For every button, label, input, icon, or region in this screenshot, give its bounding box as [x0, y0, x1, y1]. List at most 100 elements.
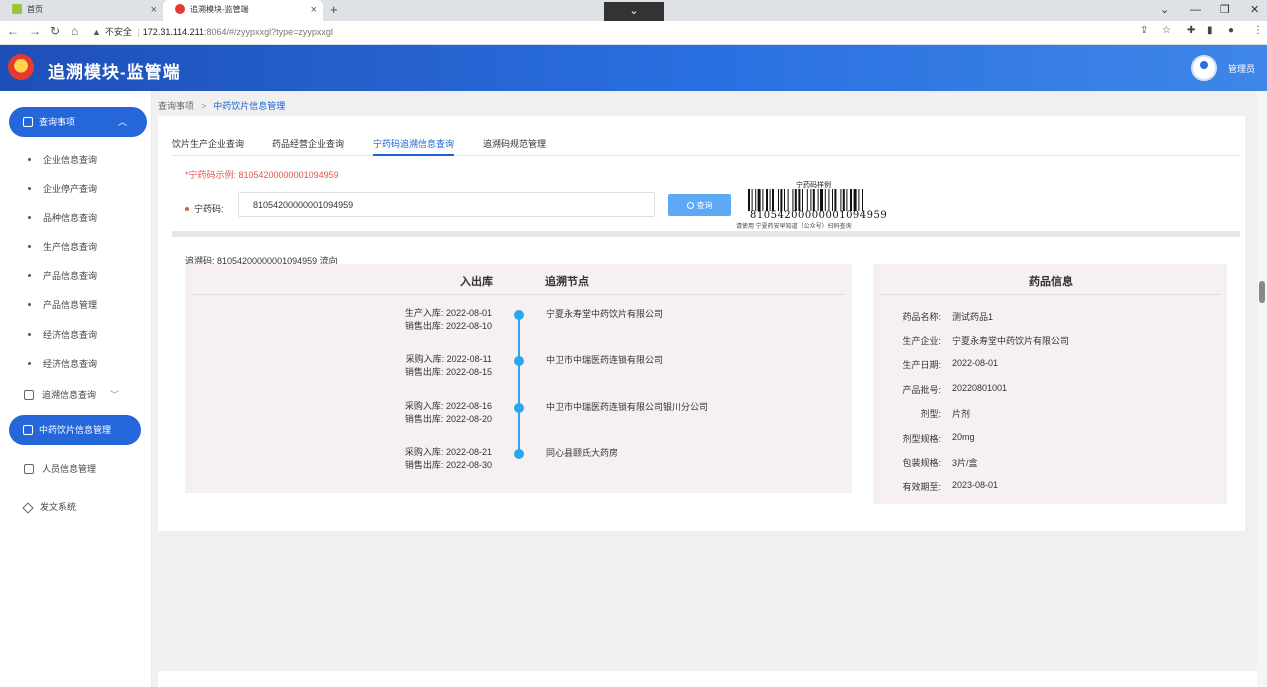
main-area: 查询事项 > 中药饮片信息管理 饮片生产企业查询 药品经营企业查询 宁药码追溯信息查… [152, 91, 1267, 687]
sidebar-item[interactable]: 经济信息查询 [28, 357, 97, 370]
info-value: 20mg [952, 432, 975, 442]
sidebar-item[interactable]: 经济信息查询 [28, 328, 97, 341]
document-icon [24, 464, 34, 474]
info-value: 片剂 [952, 409, 971, 419]
sidebar-item[interactable]: 产品信息查询 [28, 269, 97, 282]
tab-trace-query[interactable]: 宁药码追溯信息查询 [373, 137, 455, 156]
avatar[interactable] [1191, 55, 1217, 81]
in-date: 2022-08-11 [446, 354, 492, 364]
query-button-label: 查询 [696, 200, 713, 210]
sidebar-item[interactable]: 品种信息查询 [28, 211, 97, 224]
profile-icon[interactable]: ● [1228, 25, 1234, 36]
extension-icon[interactable]: ✚ [1187, 25, 1195, 36]
out-date: 2022-08-30 [445, 460, 492, 470]
scrollbar-thumb[interactable] [1259, 281, 1265, 303]
page-scrollbar[interactable] [1257, 91, 1267, 687]
sidebar-item-label: 企业停产查询 [43, 184, 98, 194]
url-host: 172.31.114.211 [142, 27, 205, 37]
tab-distributor-query[interactable]: 药品经营企业查询 [272, 137, 344, 156]
query-button[interactable]: 查询 [668, 194, 731, 216]
close-window-button[interactable]: ✕ [1250, 0, 1259, 20]
browser-tab-active[interactable]: 追溯模块-监管端 × [163, 0, 323, 21]
sidebar-item[interactable]: 生产信息查询 [28, 240, 97, 253]
info-value: 3片/盒 [952, 458, 978, 468]
info-label: 生产日期: [902, 360, 941, 370]
timeline-dates: 采购入库: 2022-08-11 销售出库: 2022-08-15 [397, 353, 492, 379]
sidebar-item[interactable]: 企业停产查询 [28, 182, 97, 195]
timeline-row: 采购入库: 2022-08-16 销售出库: 2022-08-20 中卫市中瑞医… [185, 400, 852, 440]
tab-list-icon[interactable]: ⌄ [1160, 0, 1169, 20]
breadcrumb-root[interactable]: 查询事项 [158, 101, 194, 111]
tab-code-standard[interactable]: 追溯码规范管理 [483, 137, 546, 156]
url-path: :8064/#/zyypxxgl?type=zyypxxgl [204, 27, 333, 37]
sidebar-group-label: 查询事项 [39, 117, 76, 127]
user-name[interactable]: 管理员 [1228, 62, 1255, 75]
sidebar-item-label: 经济信息查询 [43, 330, 98, 340]
sidebar-item-publish[interactable]: 发文系统 [22, 500, 76, 514]
new-tab-button[interactable]: + [330, 0, 338, 20]
code-example-hint: *宁药码示例: 81054200000001094959 [185, 170, 339, 180]
sidebar-item-label: 产品信息查询 [43, 271, 98, 281]
out-label: 销售出库: [404, 460, 444, 470]
in-date: 2022-08-16 [445, 401, 492, 411]
out-date: 2022-08-20 [445, 414, 492, 424]
sidebar-item-label: 产品信息管理 [43, 300, 98, 310]
sidebar-item-label: 追溯信息查询 [42, 390, 97, 400]
app-header: 追溯模块-监管端 管理员 [0, 45, 1267, 91]
send-icon [22, 502, 34, 514]
browser-tab-home[interactable]: 首页 × [0, 0, 163, 21]
in-label: 采购入库: [404, 401, 444, 411]
info-value: 2023-08-01 [952, 480, 999, 490]
divider [172, 231, 1240, 237]
address-bar: ← → ↻ ⌂ ▲ 不安全 | 172.31.114.211:8064/#/zyyp… [0, 21, 1267, 45]
chevron-down-icon: ﹀ [110, 390, 120, 400]
timeline-node: 宁夏永寿堂中药饮片有限公司 [546, 309, 664, 319]
out-label: 销售出库: [404, 321, 444, 331]
sidebar-item-personnel[interactable]: 人员信息管理 [24, 462, 96, 475]
sidepanel-icon[interactable]: ▮ [1207, 25, 1213, 36]
code-label-text: 宁药码: [194, 204, 224, 214]
forward-icon[interactable]: → [29, 24, 41, 38]
warning-icon: ▲ [92, 27, 101, 37]
emblem-icon [175, 4, 185, 14]
sidebar-item[interactable]: 产品信息管理 [28, 298, 97, 311]
out-date: 2022-08-15 [445, 367, 492, 377]
info-label: 剂型: [920, 409, 941, 419]
sidebar: 查询事项 ︿ 企业信息查询 企业停产查询 品种信息查询 生产信息查询 产品信息查… [0, 91, 152, 687]
timeline-node: 同心县颐氏大药房 [546, 448, 619, 458]
sidebar-item-trace-query[interactable]: 追溯信息查询 ﹀ [24, 388, 119, 401]
column-header-node: 追溯节点 [545, 276, 589, 288]
out-label: 销售出库: [404, 414, 444, 424]
star-icon[interactable]: ☆ [1162, 25, 1171, 36]
barcode-number: 81054200000001094959 [750, 210, 888, 221]
timeline-row: 生产入库: 2022-08-01 销售出库: 2022-08-10 宁夏永寿堂中… [185, 307, 852, 347]
info-value: 测试药品1 [952, 312, 994, 322]
app-title: 追溯模块-监管端 [48, 63, 181, 82]
barcode-note: 请使用 宁夏药安早知道（公众号）扫码查询 [736, 224, 852, 230]
tab-search-button[interactable]: ⌄ [604, 2, 664, 21]
timeline-dot [514, 310, 524, 320]
sidebar-item[interactable]: 企业信息查询 [28, 153, 97, 166]
timeline-node: 中卫市中瑞医药连锁有限公司 [546, 355, 664, 365]
breadcrumb-current: 中药饮片信息管理 [213, 101, 286, 111]
back-icon[interactable]: ← [7, 24, 19, 38]
code-input[interactable] [238, 192, 655, 217]
url-field[interactable]: ▲ 不安全 | 172.31.114.211:8064/#/zyypxxgl?typ… [92, 25, 333, 39]
sidebar-item-label: 经济信息查询 [43, 359, 98, 369]
info-label: 生产企业: [902, 336, 941, 346]
reload-icon[interactable]: ↻ [50, 24, 60, 38]
sidebar-item-herbal-management[interactable]: 中药饮片信息管理 [9, 415, 141, 445]
tab-producer-query[interactable]: 饮片生产企业查询 [172, 137, 244, 156]
home-icon[interactable]: ⌂ [71, 24, 78, 38]
minimize-button[interactable]: — [1190, 0, 1201, 20]
share-icon[interactable]: ⇪ [1140, 25, 1148, 36]
sidebar-item-label: 企业信息查询 [43, 155, 98, 165]
sidebar-group-query[interactable]: 查询事项 ︿ [9, 107, 147, 137]
close-icon[interactable]: × [151, 0, 157, 20]
menu-icon[interactable]: ⋮ [1253, 25, 1263, 36]
sidebar-item-label: 品种信息查询 [43, 213, 98, 223]
timeline-dot [514, 356, 524, 366]
calendar-icon [23, 117, 33, 127]
close-icon[interactable]: × [311, 0, 317, 20]
restore-button[interactable]: ❐ [1220, 0, 1230, 20]
